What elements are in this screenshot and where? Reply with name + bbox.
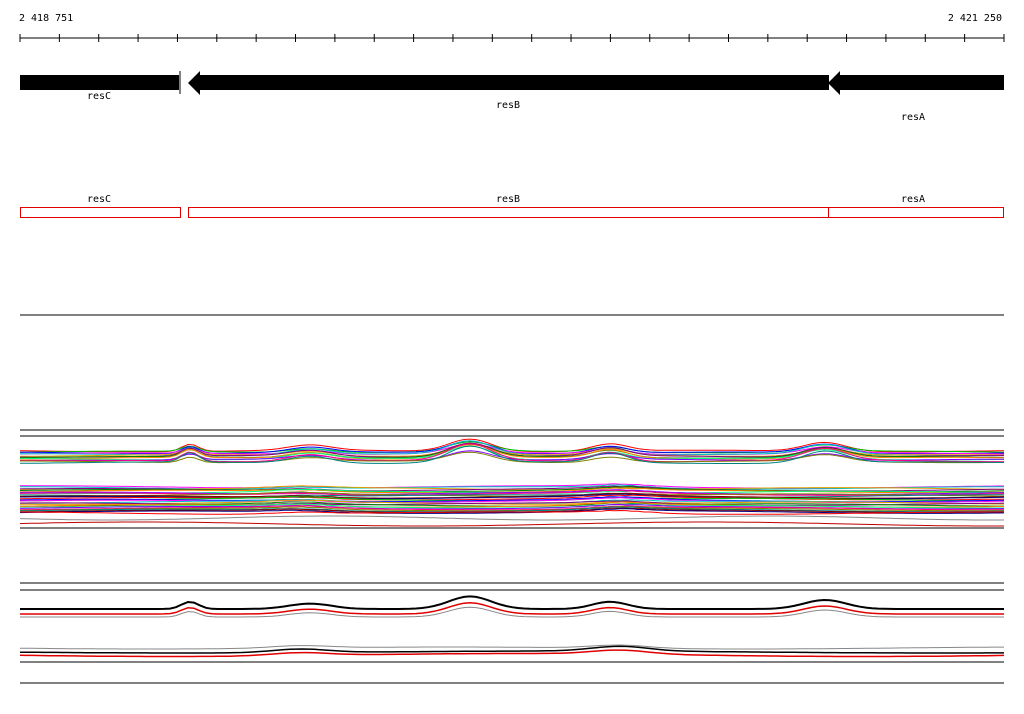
gene-resB-arrow[interactable] xyxy=(188,71,829,95)
summary-line-lower-gray xyxy=(19,644,1004,650)
gene-resA-arrow[interactable] xyxy=(828,71,1004,95)
summary-line-upper-black xyxy=(20,595,1004,610)
gene-label-resA: resA xyxy=(900,112,926,123)
gene-resA[interactable] xyxy=(828,71,1004,95)
coverage-line xyxy=(19,521,1004,527)
gene-resB[interactable] xyxy=(188,71,829,95)
gene-track xyxy=(20,71,1004,95)
genome-browser-view: 2 418 751 2 421 250 resC resB resA resC … xyxy=(0,0,1024,714)
cds-label-resA: resA xyxy=(900,194,926,205)
gene-label-resB: resB xyxy=(495,100,521,111)
coverage-line xyxy=(19,515,1004,521)
coordinate-ruler xyxy=(19,34,1005,42)
gene-resC-bar[interactable] xyxy=(20,75,179,90)
cds-resA-box[interactable] xyxy=(828,207,1004,218)
cds-resB-box[interactable] xyxy=(188,207,829,218)
cds-track xyxy=(20,207,1004,218)
cds-resC-box[interactable] xyxy=(20,207,181,218)
cds-label-resB: resB xyxy=(495,194,521,205)
cds-label-resC: resC xyxy=(86,194,112,205)
gene-label-resC: resC xyxy=(86,91,112,102)
multi-sample-coverage-track xyxy=(19,429,1005,529)
summary-coverage-track xyxy=(19,582,1005,684)
